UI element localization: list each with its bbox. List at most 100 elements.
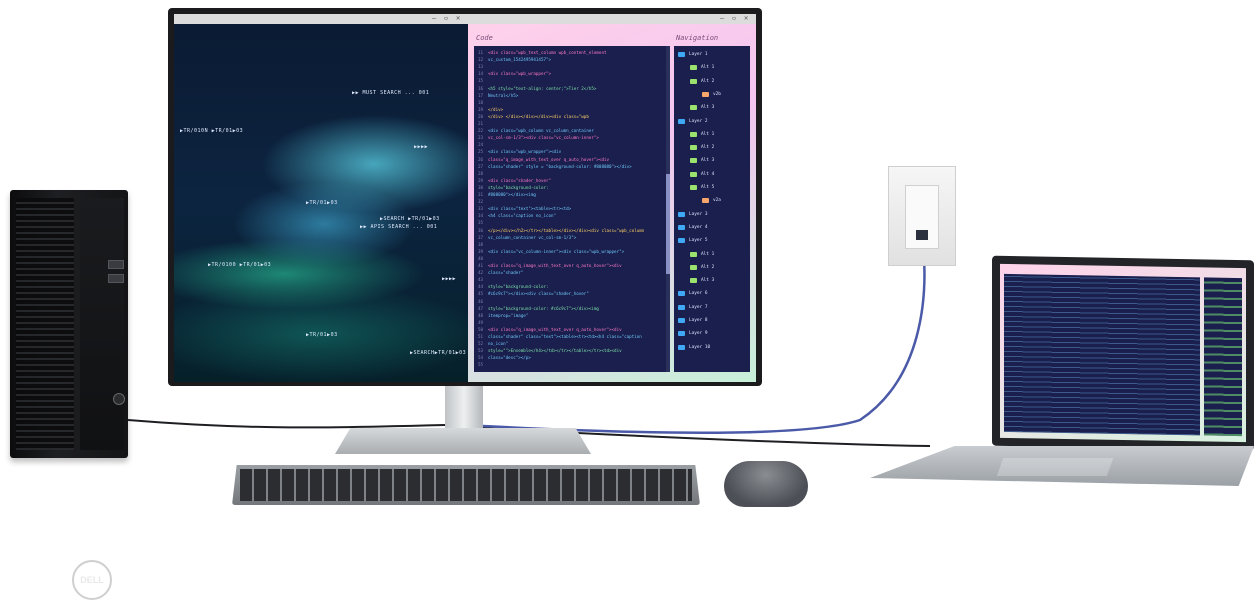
code-editor[interactable]: 11 <div class="wpb_text_column wpb_conten…	[474, 46, 670, 372]
navigation-tree[interactable]: Layer 1 Alt 1 Alt 2 v2b Alt 3 Layer 2 Alt 1 Alt…	[674, 46, 750, 372]
code-line: 25 <div class="wpb_wrapper"><div	[478, 149, 561, 154]
code-line: 24	[478, 142, 488, 147]
ethernet-port	[916, 230, 928, 240]
line-number: 20	[478, 113, 484, 119]
hud-label: ▶▶▶▶	[442, 276, 457, 282]
code-line: 55	[478, 362, 488, 367]
folder-icon	[678, 52, 685, 57]
close-icon[interactable]: ✕	[456, 14, 460, 22]
visualization-pane: – ▫ ✕ ▶▶ MUST SEARCH ... 001 ▶TR/010N ▶T…	[174, 14, 468, 382]
nav-item[interactable]: Layer 10	[678, 344, 710, 350]
code-line: 35	[478, 220, 488, 225]
nav-item[interactable]: Alt 2	[690, 78, 715, 84]
line-number: 32	[478, 199, 484, 205]
hud-label: ▶▶▶▶	[414, 144, 429, 150]
nav-item-label: v2a	[713, 198, 721, 204]
code-line: 39 <div class="vc_column-inner"><div clas…	[478, 249, 624, 254]
code-line: 34 <h4 class="caption no_icon"	[478, 213, 556, 218]
folder-icon	[690, 264, 697, 270]
code-text: class="shader"	[488, 270, 524, 276]
nav-item-label: Alt 3	[701, 105, 715, 111]
nav-item[interactable]: Alt 1	[690, 65, 714, 71]
nav-item-label: Layer 5	[689, 238, 708, 244]
code-text: vc_col-sm-1/3"><div class="vc_column-inn…	[488, 135, 599, 141]
code-line: 52 no_icon"	[478, 341, 508, 346]
code-line: 12 vc_custom_1542495941457">	[478, 57, 551, 62]
line-number: 35	[478, 220, 484, 226]
nav-item[interactable]: Alt 1	[690, 131, 714, 137]
nav-item[interactable]: Layer 2	[678, 118, 708, 124]
folder-icon	[690, 185, 697, 190]
nav-item[interactable]: Layer 3	[678, 211, 708, 217]
line-number: 15	[478, 78, 484, 84]
code-line: 16 <h5 style="text-align: center;">Tier 2…	[478, 86, 596, 91]
nav-item[interactable]: Alt 3	[690, 278, 714, 284]
nav-item[interactable]: v2a	[702, 198, 721, 204]
code-line: 33 <div class="text"><table><tr><td>	[478, 206, 571, 211]
hud-label: ▶TR/01▶03	[306, 200, 338, 206]
code-scrollbar-thumb[interactable]	[666, 174, 670, 274]
code-line: 40	[478, 256, 488, 261]
line-number: 37	[478, 234, 484, 240]
code-line: 19 </div>	[478, 107, 503, 112]
minimize-icon[interactable]: –	[432, 14, 436, 22]
nav-item[interactable]: Alt 5	[690, 185, 714, 190]
line-number: 19	[478, 106, 484, 112]
code-text: <div class="q_image_with_text_over q_aut…	[488, 263, 622, 268]
nav-item[interactable]: v2b	[702, 91, 721, 97]
nav-item[interactable]: Layer 8	[678, 318, 708, 323]
line-number: 21	[478, 121, 484, 126]
laptop-navigation-tree	[1204, 277, 1242, 437]
code-text: style="background-color:	[488, 284, 549, 290]
folder-icon	[678, 344, 685, 350]
line-number: 30	[478, 184, 484, 190]
maximize-icon[interactable]: ▫	[732, 14, 736, 22]
code-text: <div class="q_image_with_text_over q_aut…	[488, 326, 622, 332]
nav-item[interactable]: Alt 2	[690, 264, 714, 270]
code-text: <div class="wpb_column vc_column_contain…	[488, 128, 594, 134]
nav-item[interactable]: Alt 2	[690, 145, 714, 151]
code-text: no_icon"	[488, 341, 509, 347]
nav-item[interactable]: Layer 1	[678, 52, 708, 57]
nav-item[interactable]: Alt 3	[690, 105, 715, 111]
nav-item[interactable]: Layer 9	[678, 331, 708, 337]
code-line: 28	[478, 171, 488, 176]
nav-item-label: Alt 2	[701, 78, 715, 84]
folder-icon	[678, 291, 685, 297]
nav-item[interactable]: Alt 3	[690, 158, 714, 164]
code-line: 36 </p></div></h2></tr></table></div></di…	[478, 228, 644, 233]
minimize-icon[interactable]: –	[720, 14, 724, 22]
nav-item[interactable]: Alt 1	[690, 251, 714, 257]
folder-icon	[702, 198, 709, 204]
code-text: Neutral</h5>	[488, 92, 519, 98]
line-number: 55	[478, 362, 484, 368]
nav-item[interactable]: Layer 7	[678, 304, 708, 310]
close-icon[interactable]: ✕	[744, 14, 748, 22]
hud-label: ▶TR/0100 ▶TR/01▶03	[208, 262, 272, 268]
line-number: 27	[478, 163, 484, 169]
code-line: 38	[478, 242, 488, 247]
monitor-screen: – ▫ ✕ ▶▶ MUST SEARCH ... 001 ▶TR/010N ▶T…	[174, 14, 756, 382]
nav-item[interactable]: Layer 6	[678, 291, 708, 297]
hud-label: ▶TR/01▶03	[306, 332, 338, 338]
line-number: 46	[478, 298, 484, 304]
code-text: <div class="vc_column-inner"><div class=…	[488, 248, 625, 254]
line-number: 22	[478, 128, 484, 134]
maximize-icon[interactable]: ▫	[444, 14, 448, 22]
line-number: 23	[478, 135, 484, 141]
folder-icon	[690, 105, 697, 111]
laptop-code-editor	[1004, 273, 1200, 436]
line-number: 41	[478, 263, 484, 268]
code-line: 45 #c6c9c7"></div><div class="shader_hove…	[478, 291, 589, 296]
nav-item-label: Layer 2	[689, 118, 708, 124]
line-number: 16	[478, 85, 484, 91]
code-text: style="background-color: #c6c9c7"></div>…	[488, 305, 599, 311]
code-line: 46	[478, 299, 488, 304]
code-text: <h5 style="text-align: center;">Tier 2</…	[488, 85, 597, 91]
laptop-trackpad	[996, 458, 1114, 476]
code-text: <div class="shader_hover"	[488, 177, 552, 183]
wall-plate-insert	[905, 185, 939, 249]
nav-item[interactable]: Layer 4	[678, 224, 708, 230]
nav-item[interactable]: Alt 4	[690, 171, 714, 177]
nav-item[interactable]: Layer 5	[678, 238, 708, 244]
